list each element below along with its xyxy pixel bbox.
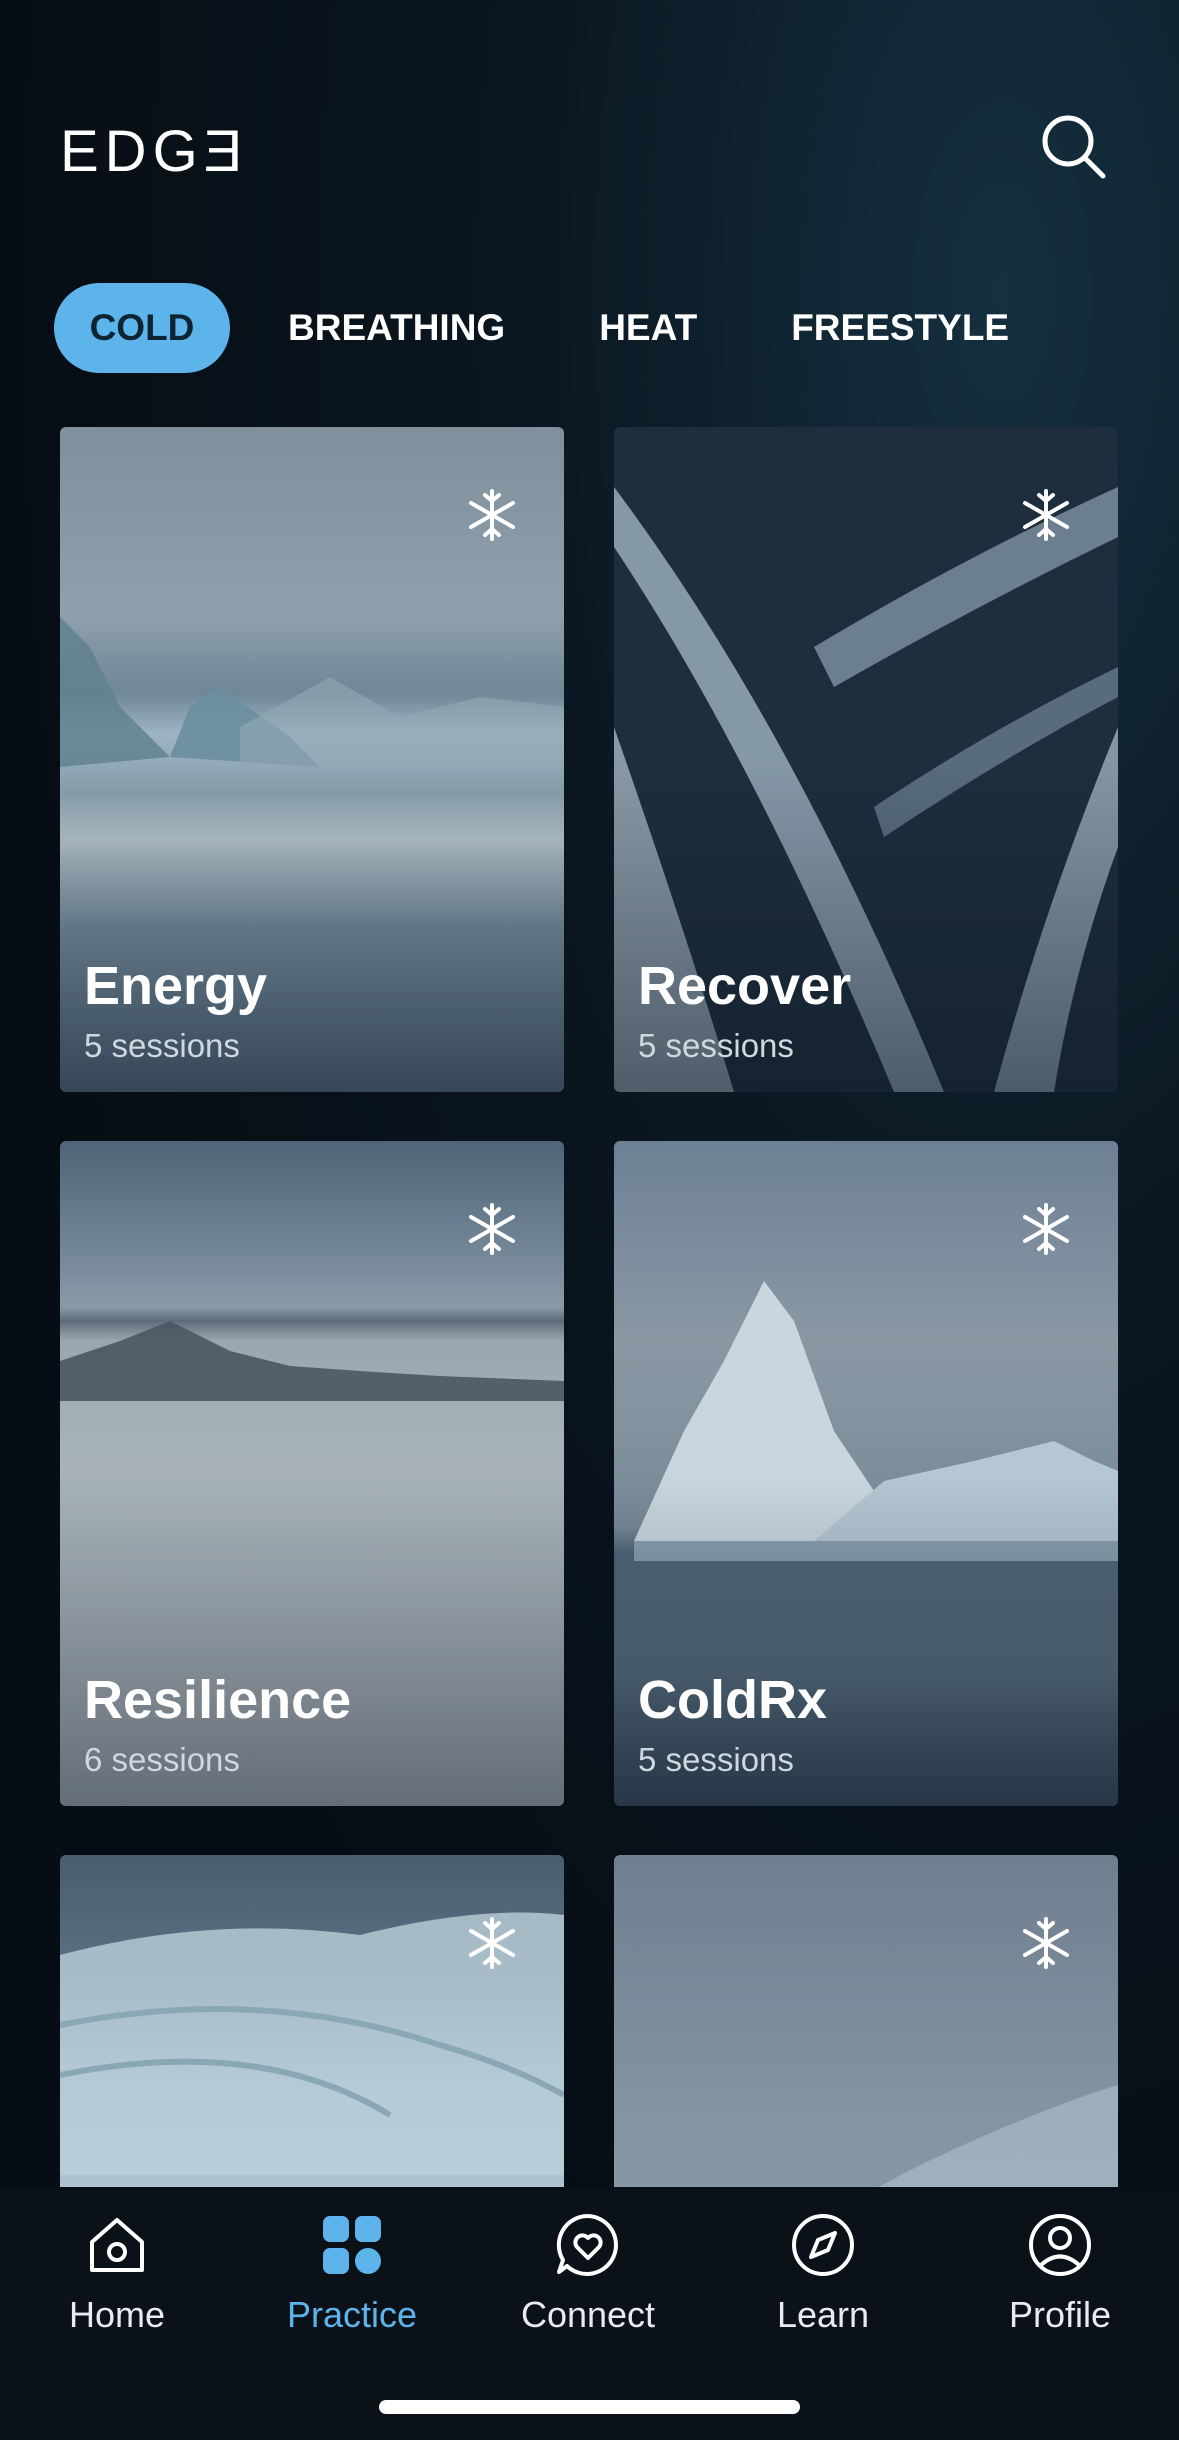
nav-item-profile[interactable]: Profile (960, 2210, 1160, 2360)
card-title: ColdRx (638, 1670, 827, 1730)
card-sessions: 5 sessions (638, 1741, 794, 1778)
nav-label-profile: Profile (1008, 2294, 1112, 2335)
practice-card-5[interactable] (60, 1855, 564, 2187)
snowflake-icon (469, 489, 515, 541)
nav-label-connect: Connect (520, 2294, 656, 2335)
card-title: Energy (84, 956, 268, 1016)
nav-item-practice[interactable]: Practice (252, 2210, 452, 2360)
tab-freestyle[interactable]: FREESTYLE (755, 283, 1045, 373)
card-title: Resilience (84, 1670, 352, 1730)
home-icon (90, 2218, 144, 2272)
card-sessions: 5 sessions (638, 1027, 794, 1064)
nav-label-learn: Learn (776, 2294, 870, 2335)
nav-label-practice: Practice (286, 2294, 418, 2335)
heart-chat-icon (556, 2213, 618, 2276)
card-title: Recover (638, 956, 852, 1016)
tab-breathing[interactable]: BREATHING (252, 283, 541, 373)
edge-logo: EDGƎ (60, 119, 249, 184)
card-sessions: 5 sessions (84, 1027, 240, 1064)
category-tabs: COLD BREATHING HEAT FREESTYLE (54, 283, 1067, 373)
search-button[interactable] (1035, 108, 1115, 188)
snowflake-icon (1023, 1917, 1069, 1969)
nav-item-connect[interactable]: Connect (488, 2210, 688, 2360)
search-icon (1042, 115, 1106, 179)
snowflake-icon (469, 1203, 515, 1255)
home-indicator[interactable] (379, 2400, 800, 2414)
fog-ice-illustration (878, 2085, 1118, 2187)
nav-item-learn[interactable]: Learn (723, 2210, 923, 2360)
practice-card-resilience[interactable]: Resilience 6 sessions (60, 1141, 564, 1806)
practice-card-coldrx[interactable]: ColdRx 5 sessions (614, 1141, 1118, 1806)
nav-item-home[interactable]: Home (17, 2210, 217, 2360)
app-header: EDGƎ (0, 0, 1179, 260)
practice-card-6[interactable] (614, 1855, 1118, 2187)
compass-icon (792, 2214, 854, 2276)
snowflake-icon (1023, 489, 1069, 541)
card-sessions: 6 sessions (84, 1741, 240, 1778)
practice-card-energy[interactable]: Energy 5 sessions (60, 427, 564, 1092)
profile-icon (1029, 2214, 1091, 2276)
nav-label-home: Home (68, 2294, 166, 2335)
practice-grid: Energy 5 sessions Recover 5 sessions Res… (60, 427, 1118, 2187)
tab-heat[interactable]: HEAT (563, 283, 733, 373)
tab-cold[interactable]: COLD (54, 283, 230, 373)
practice-card-recover[interactable]: Recover 5 sessions (614, 427, 1118, 1092)
snowflake-icon (1023, 1203, 1069, 1255)
practice-grid-icon (323, 2216, 381, 2274)
snowflake-icon (469, 1917, 515, 1969)
